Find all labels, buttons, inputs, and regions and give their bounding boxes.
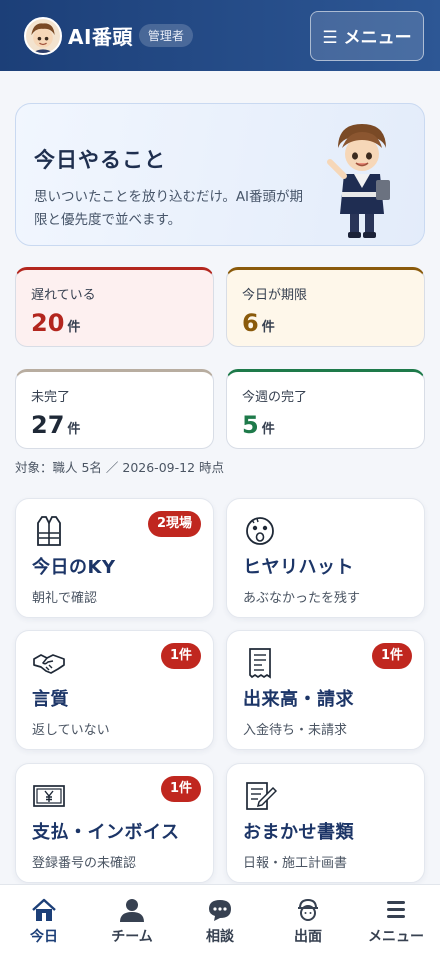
card-subtitle: 日報・施工計画書 — [243, 856, 348, 871]
card-title: おまかせ書類 — [243, 822, 354, 843]
card-payment-invoice[interactable]: 支払・インボイス 登録番号の未確認 1件 — [15, 763, 214, 883]
app-title: AI番頭 — [68, 25, 133, 49]
card-title: 出来高・請求 — [243, 689, 354, 710]
menu-button-label: ☰ メニュー — [322, 28, 412, 48]
stat-unit: 件 — [261, 422, 275, 437]
worker-helmet-icon — [298, 898, 318, 921]
scared-face-icon — [246, 517, 274, 545]
count-badge: 1件 — [371, 643, 412, 669]
stat-value: 27 — [31, 411, 65, 439]
card-title: ヒヤリハット — [243, 557, 354, 578]
stat-incomplete[interactable]: 未完了 27 件 — [15, 369, 214, 449]
mascot-face-icon — [31, 22, 55, 53]
hero-description: 思いついたことを放り込むだけ。AI番頭が期限と優先度で並べます。 — [34, 189, 304, 228]
yen-bill-icon — [33, 785, 65, 807]
nav-menu[interactable]: メニュー — [352, 885, 440, 959]
scope-note: 対象：職人 5名 ／ 2026-09-12 時点 — [15, 460, 224, 475]
home-icon — [32, 898, 56, 921]
nav-label: 相談 — [206, 929, 234, 945]
count-badge: 1件 — [160, 776, 201, 802]
chat-icon — [209, 900, 231, 921]
nav-attendance[interactable]: 出面 — [264, 885, 352, 959]
app-header: AI番頭 管理者 ☰ メニュー — [0, 0, 440, 71]
role-badge: 管理者 — [138, 24, 193, 47]
card-near-miss[interactable]: ヒヤリハット あぶなかったを残す — [226, 498, 425, 618]
card-subtitle: 入金待ち・未請求 — [243, 723, 348, 738]
stat-unit: 件 — [67, 320, 81, 335]
stat-label: 今週の完了 — [242, 390, 308, 405]
card-progress-billing[interactable]: 出来高・請求 入金待ち・未請求 1件 — [226, 630, 425, 750]
count-badge: 2現場 — [147, 511, 201, 537]
card-title: 支払・インボイス — [32, 822, 180, 843]
card-subtitle: 返していない — [32, 723, 110, 738]
mascot-illustration — [327, 124, 390, 238]
today-hero-card: 今日やること 思いついたことを放り込むだけ。AI番頭が期限と優先度で並べます。 — [15, 103, 425, 246]
menu-button[interactable]: ☰ メニュー — [310, 10, 424, 61]
team-icon — [120, 899, 144, 922]
stat-overdue[interactable]: 遅れている 20 件 — [15, 267, 214, 347]
document-pen-icon — [246, 782, 277, 810]
card-title: 今日のKY — [32, 557, 116, 578]
receipt-icon — [249, 648, 271, 679]
stat-completed-week[interactable]: 今週の完了 5 件 — [226, 369, 425, 449]
handshake-icon — [33, 654, 65, 674]
vest-icon — [37, 516, 61, 546]
nav-today[interactable]: 今日 — [0, 885, 88, 959]
avatar[interactable] — [24, 16, 62, 55]
stat-label: 未完了 — [31, 390, 71, 405]
stat-label: 遅れている — [31, 288, 96, 303]
hamburger-icon — [387, 901, 405, 918]
card-subtitle: 登録番号の未確認 — [32, 856, 137, 871]
nav-label: メニュー — [368, 929, 424, 945]
card-auto-documents[interactable]: おまかせ書類 日報・施工計画書 — [226, 763, 425, 883]
stat-unit: 件 — [67, 422, 81, 437]
nav-team[interactable]: チーム — [88, 885, 176, 959]
nav-label: 今日 — [30, 929, 58, 945]
card-subtitle: 朝礼で確認 — [32, 591, 98, 606]
card-ky[interactable]: 今日のKY 朝礼で確認 2現場 — [15, 498, 214, 618]
nav-label: チーム — [111, 929, 153, 945]
stat-unit: 件 — [261, 320, 275, 335]
stat-value: 20 — [31, 309, 65, 337]
card-promises[interactable]: 言質 返していない 1件 — [15, 630, 214, 750]
bottom-nav: 今日 チーム 相談 出面 メニュー — [0, 884, 440, 959]
count-badge: 1件 — [160, 643, 201, 669]
stat-due-today[interactable]: 今日が期限 6 件 — [226, 267, 425, 347]
nav-consult[interactable]: 相談 — [176, 885, 264, 959]
card-title: 言質 — [32, 689, 69, 710]
nav-label: 出面 — [294, 929, 322, 945]
stat-value: 5 — [242, 411, 259, 439]
stat-value: 6 — [242, 309, 259, 337]
card-subtitle: あぶなかったを残す — [243, 591, 361, 606]
stat-label: 今日が期限 — [242, 288, 308, 303]
